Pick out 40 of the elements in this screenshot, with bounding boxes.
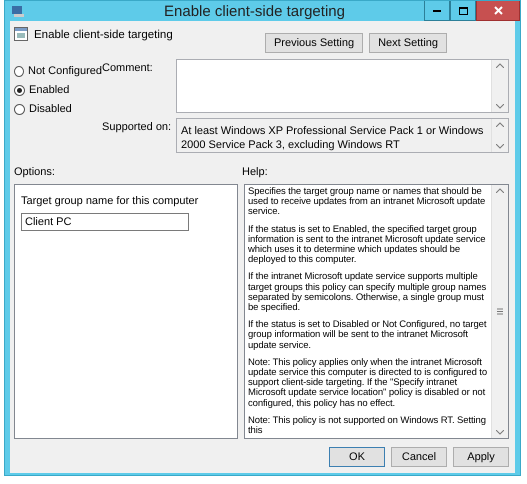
scroll-up-icon[interactable] <box>496 63 504 68</box>
scroll-down-icon[interactable] <box>496 144 504 149</box>
state-radio[interactable]: Not Configured <box>14 65 102 77</box>
cancel-button[interactable]: Cancel <box>391 447 447 468</box>
close-icon <box>494 6 502 15</box>
scroll-thumb-icon[interactable] <box>496 308 504 316</box>
help-paragraph: If the intranet Microsoft update service supports multiple target groups this policy can specify multiple group names separated by semicolons. Otherwise, a single group must be specified. <box>248 272 488 314</box>
target-group-field[interactable]: Client PC <box>21 213 189 231</box>
state-radio[interactable]: Enabled <box>14 84 102 96</box>
supported-on-label: Supported on: <box>102 120 172 135</box>
help-paragraph: If the status is set to Enabled, the specified target group information is sent to the intranet Microsoft update service which uses it to determine which updates should be deployed to this computer. <box>248 224 486 266</box>
supported-on-text: At least Windows XP Professional Service Pack 1 or Windows 2000 Service Pack 3, excluding Windows RT <box>180 124 484 152</box>
help-paragraph: Note: This policy applies only when the intranet Microsoft update service this computer is directed to is configured to support client-side targeting. If the "Specify intranet Microsoft update service location" policy is disabled or not configured, this policy has no effect. <box>248 358 488 409</box>
next-setting-button[interactable]: Next Setting <box>369 33 447 53</box>
policy-icon <box>14 27 28 41</box>
apply-button[interactable]: Apply <box>453 447 509 468</box>
app-icon <box>11 4 25 18</box>
help-paragraph: Note: This policy is not supported on Windows RT. Setting this <box>248 416 487 436</box>
comment-field[interactable] <box>176 59 509 113</box>
scroll-up-icon[interactable] <box>496 188 504 193</box>
setting-title: Enable client-side targeting <box>34 29 173 41</box>
radio-icon[interactable] <box>14 66 24 76</box>
radio-icon[interactable] <box>14 104 25 114</box>
scroll-down-icon[interactable] <box>496 430 504 436</box>
minimize-icon <box>433 9 441 12</box>
help-paragraph: Specifies the target group name or names that should be used to receive updates from an intranet Microsoft update service. <box>248 187 486 218</box>
close-button[interactable] <box>476 1 520 21</box>
previous-setting-button[interactable]: Previous Setting <box>264 33 364 53</box>
scroll-down-icon[interactable] <box>496 104 504 109</box>
maximize-icon <box>458 6 468 14</box>
window-title: Enable client-side targeting <box>163 2 346 20</box>
comment-label: Comment: <box>102 61 154 76</box>
help-paragraph: If the status is set to Disabled or Not Configured, no target group information will be sent to the intranet Microsoft update service. <box>248 320 488 351</box>
help-label: Help: <box>242 165 268 178</box>
scroll-up-icon[interactable] <box>496 122 504 127</box>
ok-button[interactable]: OK <box>329 447 385 468</box>
state-radio[interactable]: Disabled <box>14 103 102 115</box>
radio-icon[interactable] <box>14 84 25 96</box>
field-label: Target group name for this computer <box>21 195 198 207</box>
options-label: Options: <box>14 165 56 178</box>
